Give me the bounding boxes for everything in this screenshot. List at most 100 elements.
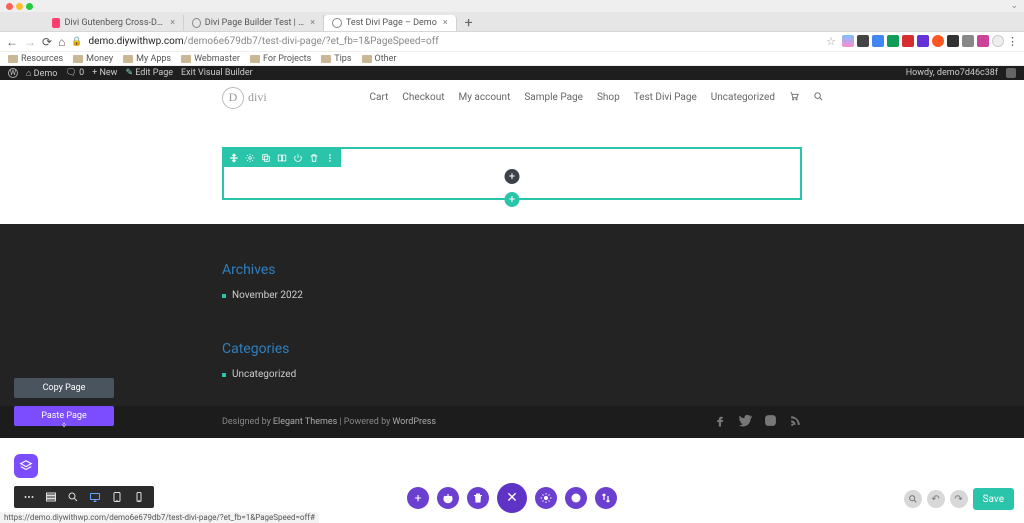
adminbar-site[interactable]: ⌂ Demo [26, 68, 57, 79]
bookmark-star-icon[interactable]: ☆ [826, 35, 836, 48]
adminbar-howdy[interactable]: Howdy, demo7d46c38f [906, 68, 998, 78]
bookmark-item[interactable]: My Apps [123, 54, 171, 64]
paste-page-button[interactable]: Paste Page ⬨ [14, 406, 114, 426]
menu-item-shop[interactable]: Shop [597, 92, 620, 103]
zoom-view-icon[interactable] [66, 490, 80, 504]
gear-icon[interactable] [245, 153, 255, 163]
lock-icon: 🔒 [71, 37, 82, 47]
window-minimize-icon[interactable] [16, 3, 23, 10]
duplicate-icon[interactable] [261, 153, 271, 163]
ext-icon[interactable] [887, 35, 899, 47]
tablet-view-icon[interactable] [110, 490, 124, 504]
window-zoom-icon[interactable] [26, 3, 33, 10]
tab-0[interactable]: Divi Gutenberg Cross-Domain × [44, 15, 184, 31]
avatar-icon[interactable] [1006, 68, 1016, 78]
builder-settings-button[interactable] [535, 487, 557, 509]
window-close-icon[interactable] [6, 3, 13, 10]
copy-page-button[interactable]: Copy Page [14, 378, 114, 398]
history-button[interactable] [565, 487, 587, 509]
tab-1[interactable]: Divi Page Builder Test | Demo × [184, 15, 324, 31]
kebab-menu-icon[interactable]: ⋮ [1007, 35, 1018, 48]
cart-icon[interactable] [789, 91, 799, 104]
delete-icon[interactable] [309, 153, 319, 163]
ext-icon[interactable] [842, 35, 854, 47]
add-module-button[interactable]: + [505, 169, 520, 184]
phone-view-icon[interactable] [132, 490, 146, 504]
tab-close-icon[interactable]: × [443, 18, 448, 28]
site-logo[interactable]: D divi [222, 87, 267, 109]
drag-icon[interactable] [229, 153, 239, 163]
adminbar-comments[interactable]: 🗨 0 [65, 68, 84, 78]
tab-2[interactable]: Test Divi Page – Demo × [324, 15, 457, 31]
favicon-icon [332, 18, 342, 28]
ext-icon[interactable] [857, 35, 869, 47]
add-section-button[interactable]: + [407, 487, 429, 509]
ext-icon[interactable] [947, 35, 959, 47]
redo-button[interactable]: ↷ [950, 490, 968, 508]
bookmark-label: Other [375, 54, 397, 64]
bookmark-item[interactable]: Other [362, 54, 397, 64]
bookmark-item[interactable]: Resources [8, 54, 63, 64]
search-icon[interactable] [813, 91, 824, 105]
facebook-icon[interactable] [714, 414, 727, 430]
category-item[interactable]: Uncategorized [222, 367, 802, 382]
wireframe-view-icon[interactable] [44, 490, 58, 504]
module-toolbar [223, 148, 341, 167]
page-actions: Copy Page Paste Page ⬨ [14, 378, 114, 426]
adminbar-exit-vb[interactable]: Exit Visual Builder [181, 68, 253, 78]
forward-button[interactable]: → [24, 35, 36, 49]
ext-icon[interactable] [977, 35, 989, 47]
adminbar-new[interactable]: + New [92, 68, 117, 78]
home-button[interactable]: ⌂ [58, 35, 65, 49]
ext-icon[interactable] [932, 35, 944, 47]
archive-item[interactable]: November 2022 [222, 288, 802, 303]
close-builder-button[interactable]: ✕ [497, 483, 527, 513]
ext-icon[interactable] [962, 35, 974, 47]
tab-close-icon[interactable]: × [310, 18, 315, 28]
reload-button[interactable]: ⟳ [42, 35, 52, 49]
save-button[interactable]: Save [973, 488, 1014, 510]
rss-icon[interactable] [789, 414, 802, 430]
bookmark-item[interactable]: Webmaster [181, 54, 240, 64]
layer-panel-button[interactable] [14, 454, 38, 478]
save-library-icon[interactable] [277, 153, 287, 163]
menu-item-cart[interactable]: Cart [370, 92, 389, 103]
menu-item-test-divi[interactable]: Test Divi Page [634, 92, 697, 103]
bookmark-item[interactable]: Money [73, 54, 113, 64]
menu-item-sample[interactable]: Sample Page [524, 92, 583, 103]
ext-icon[interactable] [872, 35, 884, 47]
ext-icon[interactable] [992, 35, 1004, 47]
portability-button[interactable] [595, 487, 617, 509]
bookmark-label: Resources [21, 54, 63, 64]
ext-icon[interactable] [902, 35, 914, 47]
back-button[interactable]: ← [6, 35, 18, 49]
menu-item-account[interactable]: My account [458, 92, 510, 103]
titlebar-menu-chevron-icon[interactable]: ⌄ [1010, 1, 1018, 11]
credit-sep: | Powered by [339, 417, 390, 427]
twitter-icon[interactable] [739, 414, 752, 430]
help-button[interactable] [904, 490, 922, 508]
module-shell[interactable]: + + [222, 147, 802, 200]
more-icon[interactable] [325, 153, 335, 163]
clear-layout-button[interactable] [467, 487, 489, 509]
bookmark-item[interactable]: For Projects [250, 54, 311, 64]
credit-platform-link[interactable]: WordPress [392, 417, 436, 427]
adminbar-edit-page[interactable]: ✎ Edit Page [125, 68, 173, 78]
undo-button[interactable]: ↶ [927, 490, 945, 508]
page-settings-power-button[interactable] [437, 487, 459, 509]
credit-theme-link[interactable]: Elegant Themes [273, 417, 337, 427]
dock-more-icon[interactable] [22, 490, 36, 504]
new-tab-button[interactable]: + [457, 15, 481, 31]
wp-admin-bar: W ⌂ Demo 🗨 0 + New ✎ Edit Page Exit Visu… [0, 66, 1024, 80]
wp-logo-icon[interactable]: W [8, 68, 18, 78]
ext-icon[interactable] [917, 35, 929, 47]
menu-item-uncategorized[interactable]: Uncategorized [711, 92, 775, 103]
desktop-view-icon[interactable] [88, 490, 102, 504]
bookmark-item[interactable]: Tips [321, 54, 351, 64]
add-row-button[interactable]: + [505, 192, 520, 207]
menu-item-checkout[interactable]: Checkout [402, 92, 444, 103]
power-icon[interactable] [293, 153, 303, 163]
instagram-icon[interactable] [764, 414, 777, 430]
address-field[interactable]: demo.diywithwp.com/demo6e679db7/test-div… [89, 36, 821, 47]
tab-close-icon[interactable]: × [170, 18, 175, 28]
